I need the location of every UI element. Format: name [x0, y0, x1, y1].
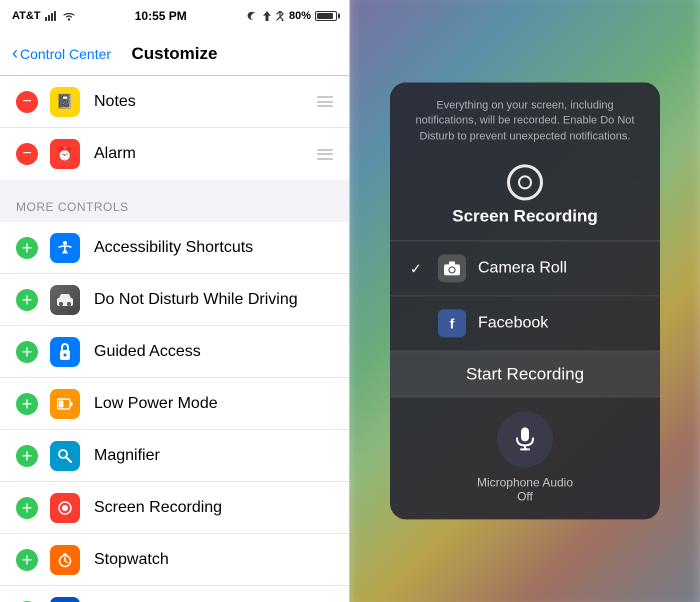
low-power-icon: [50, 389, 80, 419]
text-size-icon: Aa: [50, 597, 80, 602]
accessibility-icon: [50, 233, 80, 263]
moon-icon: [247, 11, 259, 21]
list-item-accessibility: + Accessibility Shortcuts: [0, 222, 349, 274]
list-item-screen-recording: + Screen Recording: [0, 482, 349, 534]
record-icon-outer: [507, 165, 543, 201]
add-screen-recording-button[interactable]: +: [16, 497, 38, 519]
add-low-power-button[interactable]: +: [16, 393, 38, 415]
popup-header: Screen Recording: [390, 155, 660, 241]
facebook-label: Facebook: [478, 315, 548, 333]
status-bar: AT&T 10:55 PM: [0, 0, 349, 32]
alarm-label: Alarm: [94, 145, 317, 163]
signal-icon: [45, 11, 59, 21]
list-item-dnd-driving: + Do Not Disturb While Driving: [0, 274, 349, 326]
record-icon-inner: [518, 176, 532, 190]
list-item-low-power: + Low Power Mode: [0, 378, 349, 430]
start-recording-button[interactable]: Start Recording: [466, 365, 584, 385]
notes-label: Notes: [94, 93, 317, 111]
dnd-driving-icon: [50, 285, 80, 315]
magnifier-icon: [50, 441, 80, 471]
microphone-icon: [515, 428, 535, 452]
wifi-icon: [63, 11, 75, 21]
popup-info-text: Everything on your screen, including not…: [390, 82, 660, 154]
add-magnifier-button[interactable]: +: [16, 445, 38, 467]
settings-panel: AT&T 10:55 PM: [0, 0, 350, 602]
settings-content: − 📓 Notes − ⏰ Alarm MORE: [0, 76, 349, 602]
camera-roll-option[interactable]: ✓ Camera Roll: [390, 242, 660, 297]
notes-icon: 📓: [50, 87, 80, 117]
battery-percent: 80%: [289, 10, 311, 22]
drag-handle-alarm[interactable]: [317, 149, 333, 160]
bluetooth-icon: [275, 11, 285, 21]
dnd-driving-label: Do Not Disturb While Driving: [94, 291, 333, 309]
guided-access-icon: [50, 337, 80, 367]
mic-label: Microphone Audio Off: [477, 476, 573, 504]
facebook-option[interactable]: ✓ f Facebook: [390, 297, 660, 352]
popup-title: Screen Recording: [452, 207, 598, 227]
start-recording-row[interactable]: Start Recording: [390, 353, 660, 397]
battery-icon: [315, 11, 337, 21]
back-label: Control Center: [20, 46, 111, 62]
more-controls-section: + Accessibility Shortcuts + Do Not Distu…: [0, 222, 349, 602]
status-left: AT&T: [12, 10, 75, 22]
camera-roll-icon: [438, 255, 466, 283]
camera-roll-label: Camera Roll: [478, 260, 567, 278]
magnifier-label: Magnifier: [94, 447, 333, 465]
screen-recording-label: Screen Recording: [94, 499, 333, 517]
list-item-notes: − 📓 Notes: [0, 76, 349, 128]
stopwatch-label: Stopwatch: [94, 551, 333, 569]
stopwatch-icon: [50, 545, 80, 575]
microphone-button[interactable]: [497, 412, 553, 468]
add-stopwatch-button[interactable]: +: [16, 549, 38, 571]
nav-bar: ‹ Control Center Customize: [0, 32, 349, 76]
remove-alarm-button[interactable]: −: [16, 143, 38, 165]
recording-panel: Everything on your screen, including not…: [350, 0, 700, 602]
carrier-label: AT&T: [12, 10, 41, 22]
camera-roll-check: ✓: [410, 260, 424, 277]
mic-section: Microphone Audio Off: [390, 398, 660, 520]
status-right: 80%: [247, 10, 337, 22]
location-icon: [263, 11, 271, 21]
page-title: Customize: [132, 44, 218, 64]
alarm-icon: ⏰: [50, 139, 80, 169]
included-section: − 📓 Notes − ⏰ Alarm: [0, 76, 349, 180]
list-item-guided-access: + Guided Access: [0, 326, 349, 378]
back-button[interactable]: ‹ Control Center: [12, 43, 111, 64]
list-item-magnifier: + Magnifier: [0, 430, 349, 482]
add-accessibility-button[interactable]: +: [16, 237, 38, 259]
screen-recording-icon: [50, 493, 80, 523]
drag-handle-notes[interactable]: [317, 96, 333, 107]
more-controls-header: MORE CONTROLS: [0, 180, 349, 222]
time-label: 10:55 PM: [135, 9, 187, 23]
recording-popup: Everything on your screen, including not…: [390, 82, 660, 519]
add-dnd-driving-button[interactable]: +: [16, 289, 38, 311]
list-item-stopwatch: + Stopwatch: [0, 534, 349, 586]
list-item-text-size: + Aa Text Size: [0, 586, 349, 602]
low-power-label: Low Power Mode: [94, 395, 333, 413]
add-guided-access-button[interactable]: +: [16, 341, 38, 363]
remove-notes-button[interactable]: −: [16, 91, 38, 113]
facebook-icon: f: [438, 310, 466, 338]
accessibility-label: Accessibility Shortcuts: [94, 239, 333, 257]
guided-access-label: Guided Access: [94, 343, 333, 361]
list-item-alarm: − ⏰ Alarm: [0, 128, 349, 180]
